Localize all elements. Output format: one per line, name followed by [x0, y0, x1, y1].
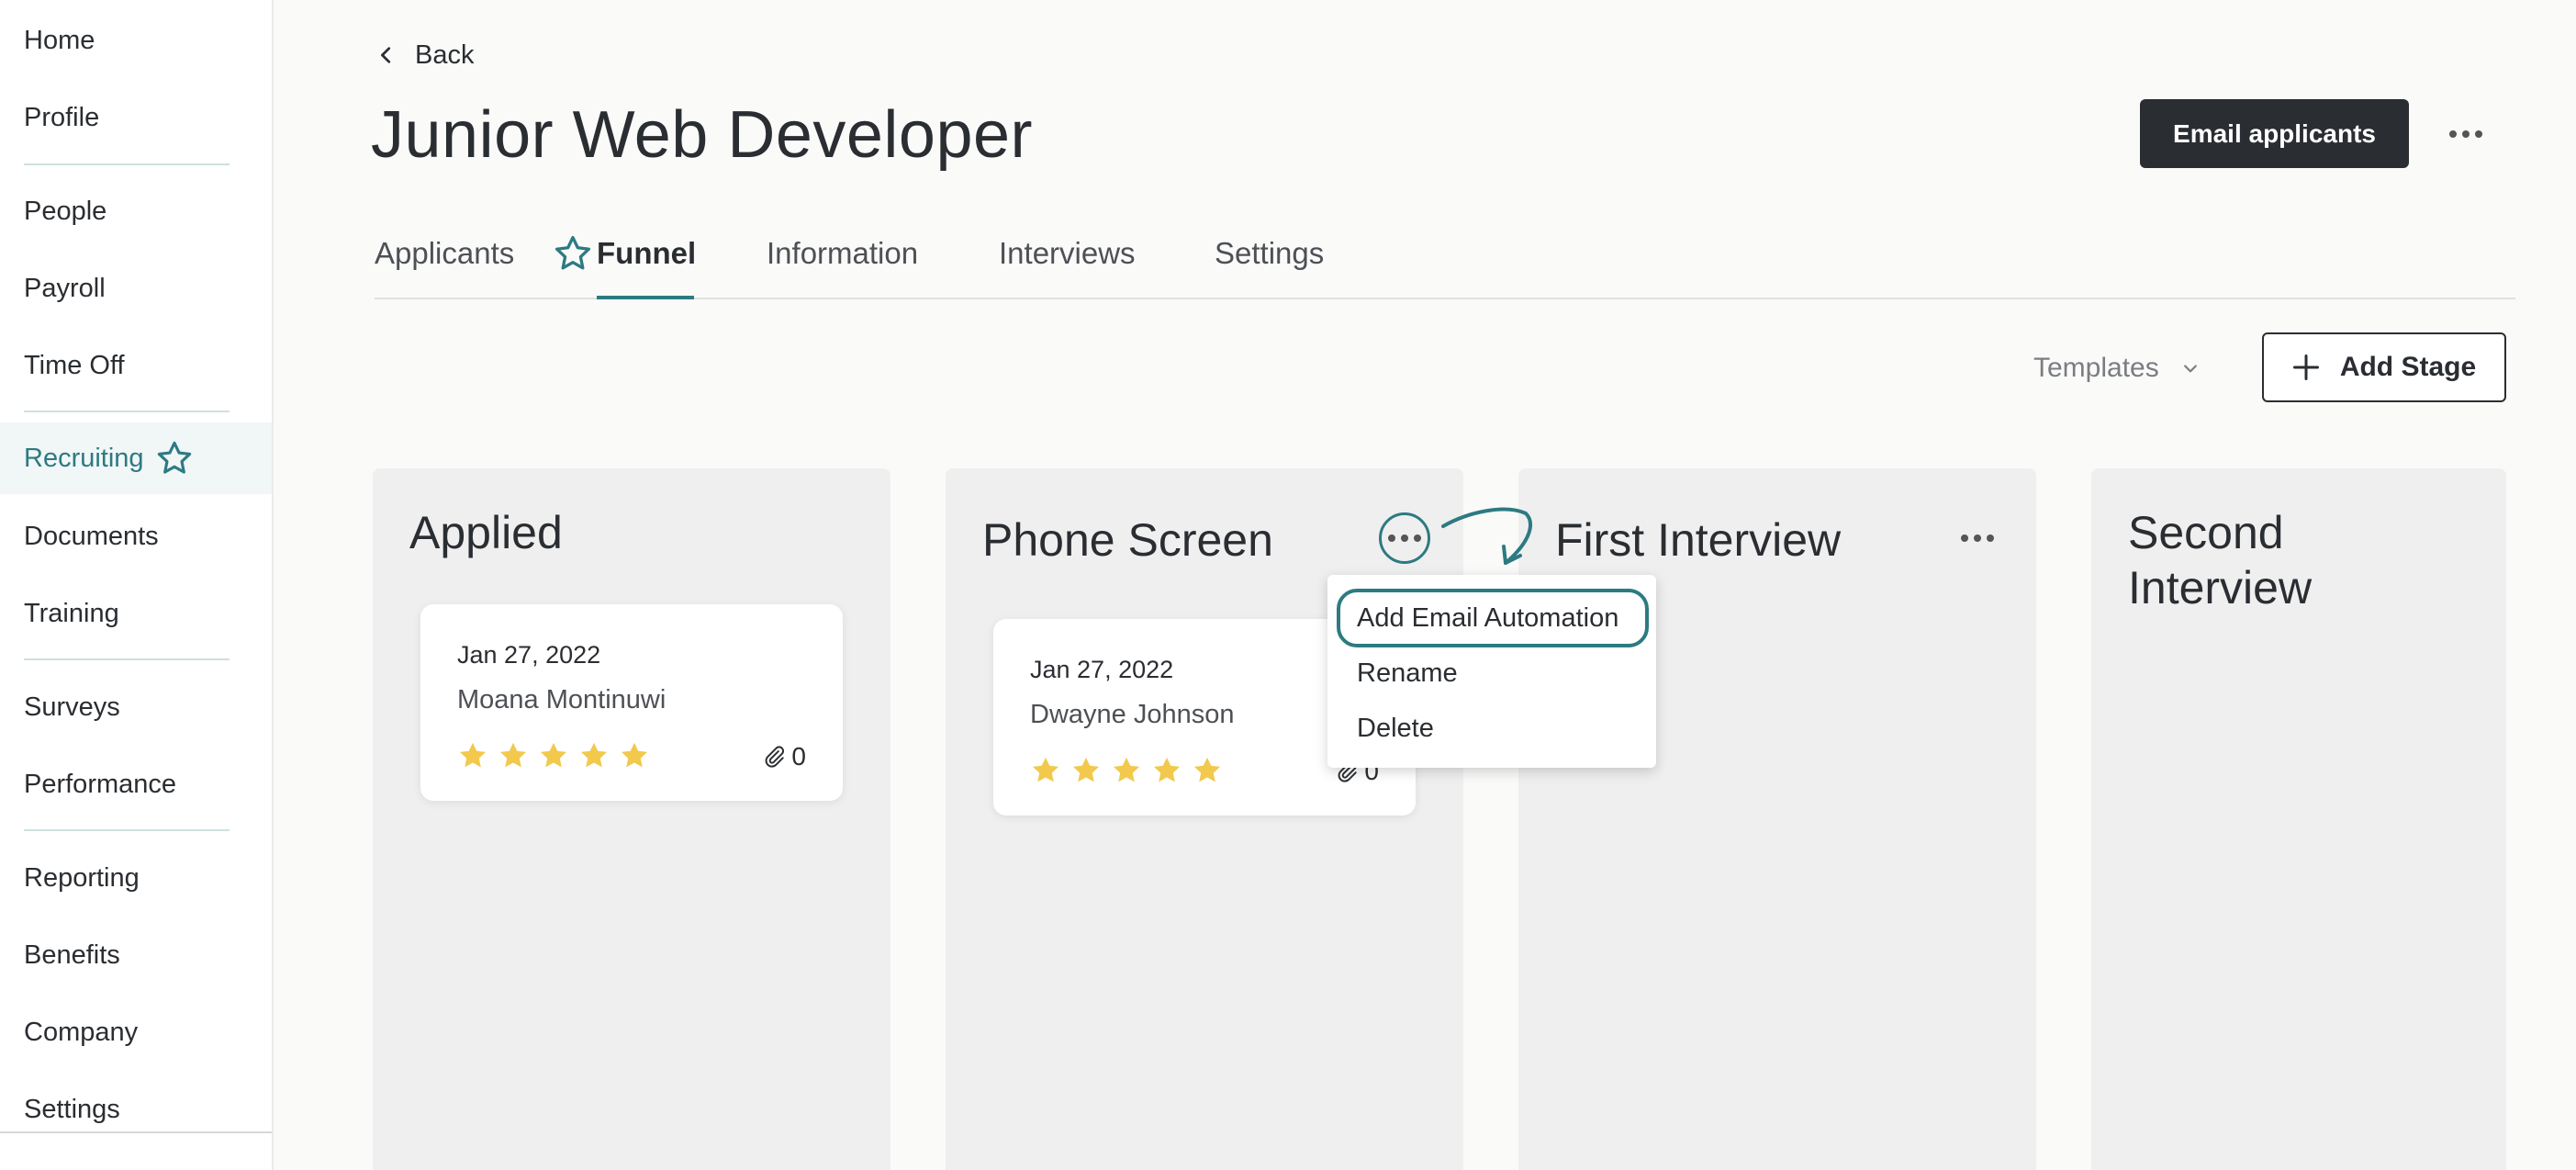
back-label: Back — [415, 39, 475, 70]
page-title: Junior Web Developer — [371, 98, 1034, 172]
chevron-down-icon — [2183, 365, 2197, 373]
stage-title: Applied — [409, 507, 563, 558]
stage-column-first-interview: First Interview — [1518, 468, 2036, 1170]
tab-label: Funnel — [597, 236, 697, 270]
sidebar-item-recruiting[interactable]: Recruiting — [0, 422, 272, 494]
star-outline-icon — [157, 441, 191, 474]
sidebar-divider — [24, 163, 230, 165]
tab-applicants[interactable]: Applicants — [375, 231, 514, 276]
sidebar-item-payroll[interactable]: Payroll — [0, 253, 272, 324]
applicant-name: Dwayne Johnson — [1030, 700, 1235, 729]
star-filled-icon — [1072, 757, 1100, 782]
sidebar-item-label: Profile — [24, 102, 100, 132]
more-options-button[interactable] — [2446, 116, 2486, 152]
stage-options-button[interactable] — [1952, 512, 2003, 564]
tab-interviews[interactable]: Interviews — [999, 231, 1136, 276]
sidebar-item-surveys[interactable]: Surveys — [0, 671, 272, 743]
sidebar-divider — [24, 829, 230, 831]
applicant-date: Jan 27, 2022 — [1030, 656, 1174, 683]
sidebar-item-time-off[interactable]: Time Off — [0, 330, 272, 401]
paperclip-icon — [766, 746, 785, 768]
templates-dropdown[interactable]: Templates — [2033, 347, 2200, 389]
sidebar-item-settings[interactable]: Settings — [0, 1074, 272, 1145]
active-tab-indicator — [597, 296, 694, 299]
email-applicants-button[interactable]: Email applicants — [2140, 99, 2409, 168]
sidebar-item-performance[interactable]: Performance — [0, 748, 272, 820]
star-rating[interactable] — [457, 740, 650, 771]
add-stage-button[interactable]: Add Stage — [2262, 332, 2506, 402]
star-filled-icon — [1113, 757, 1140, 782]
chevron-left-icon — [381, 47, 391, 63]
sidebar-item-home[interactable]: Home — [0, 5, 272, 76]
sidebar-item-profile[interactable]: Profile — [0, 82, 272, 153]
sidebar-divider — [24, 658, 230, 660]
sidebar-item-label: Payroll — [24, 273, 106, 303]
menu-item-add-email-automation[interactable]: Add Email Automation — [1357, 600, 1618, 636]
stage-title: First Interview — [1555, 514, 1842, 566]
star-filled-icon — [459, 742, 487, 768]
attachment-count-value: 0 — [791, 742, 806, 771]
sidebar-item-label: Training — [24, 598, 119, 628]
menu-item-rename[interactable]: Rename — [1357, 655, 1458, 692]
sidebar-item-reporting[interactable]: Reporting — [0, 842, 272, 914]
stage-column-applied: Applied Jan 27, 2022 Moana Montinuwi 0 — [373, 468, 890, 1170]
add-stage-label: Add Stage — [2339, 352, 2477, 382]
more-horizontal-icon — [1388, 534, 1421, 542]
stage-options-menu: Add Email Automation Rename Delete — [1327, 575, 1656, 768]
applicant-name: Moana Montinuwi — [457, 685, 666, 714]
stage-title: Second Interview — [2128, 507, 2313, 613]
sidebar-item-label: Recruiting — [24, 443, 144, 473]
sidebar-item-label: Documents — [24, 521, 159, 551]
sidebar-item-label: Surveys — [24, 692, 120, 722]
star-filled-icon — [621, 742, 648, 768]
sidebar: Home Profile People Payroll Time Off Rec… — [0, 0, 274, 1170]
sidebar-item-label: Settings — [24, 1094, 120, 1124]
applicant-card[interactable]: Jan 27, 2022 Moana Montinuwi 0 — [420, 604, 843, 801]
star-filled-icon — [1193, 757, 1221, 782]
stage-column-second-interview: Second Interview — [2091, 468, 2506, 1170]
tab-settings[interactable]: Settings — [1215, 231, 1324, 276]
sidebar-bottom-divider — [0, 1131, 272, 1133]
tab-information[interactable]: Information — [767, 231, 918, 276]
more-horizontal-icon — [1961, 534, 1994, 542]
more-horizontal-icon — [2449, 130, 2482, 138]
back-link[interactable]: Back — [376, 35, 474, 75]
tab-funnel[interactable]: Funnel — [553, 231, 696, 276]
tab-label: Information — [767, 236, 919, 270]
stage-column-phone-screen: Phone Screen Jan 27, 2022 Dwayne Johnson… — [946, 468, 1463, 1170]
stage-title: Phone Screen — [982, 514, 1273, 566]
templates-label: Templates — [2033, 353, 2159, 383]
sidebar-item-benefits[interactable]: Benefits — [0, 919, 272, 991]
star-outline-icon — [554, 235, 591, 270]
tab-label: Settings — [1215, 236, 1325, 270]
applicant-date: Jan 27, 2022 — [457, 641, 601, 669]
stage-options-button[interactable] — [1379, 512, 1430, 564]
tab-label: Applicants — [375, 236, 515, 270]
sidebar-item-training[interactable]: Training — [0, 578, 272, 649]
star-filled-icon — [1032, 757, 1059, 782]
plus-icon — [2292, 354, 2319, 380]
star-filled-icon — [1153, 757, 1181, 782]
sidebar-item-label: Company — [24, 1017, 139, 1047]
sidebar-item-label: Home — [24, 25, 95, 55]
sidebar-item-label: Benefits — [24, 939, 120, 970]
menu-item-delete[interactable]: Delete — [1357, 710, 1434, 747]
tab-label: Interviews — [999, 236, 1136, 270]
sidebar-item-label: Time Off — [24, 350, 125, 380]
star-filled-icon — [580, 742, 608, 768]
sidebar-item-documents[interactable]: Documents — [0, 501, 272, 572]
star-filled-icon — [499, 742, 527, 768]
star-rating[interactable] — [1030, 755, 1223, 786]
star-filled-icon — [540, 742, 567, 768]
attachment-count: 0 — [762, 742, 806, 771]
sidebar-item-label: Reporting — [24, 862, 140, 893]
sidebar-item-label: People — [24, 196, 107, 226]
sidebar-item-label: Performance — [24, 769, 177, 799]
sidebar-divider — [24, 411, 230, 412]
sidebar-item-company[interactable]: Company — [0, 996, 272, 1068]
sidebar-item-people[interactable]: People — [0, 175, 272, 247]
tab-bar: Applicants Funnel Information Interviews… — [375, 219, 2515, 299]
annotation-arrow-icon — [1441, 507, 1532, 565]
